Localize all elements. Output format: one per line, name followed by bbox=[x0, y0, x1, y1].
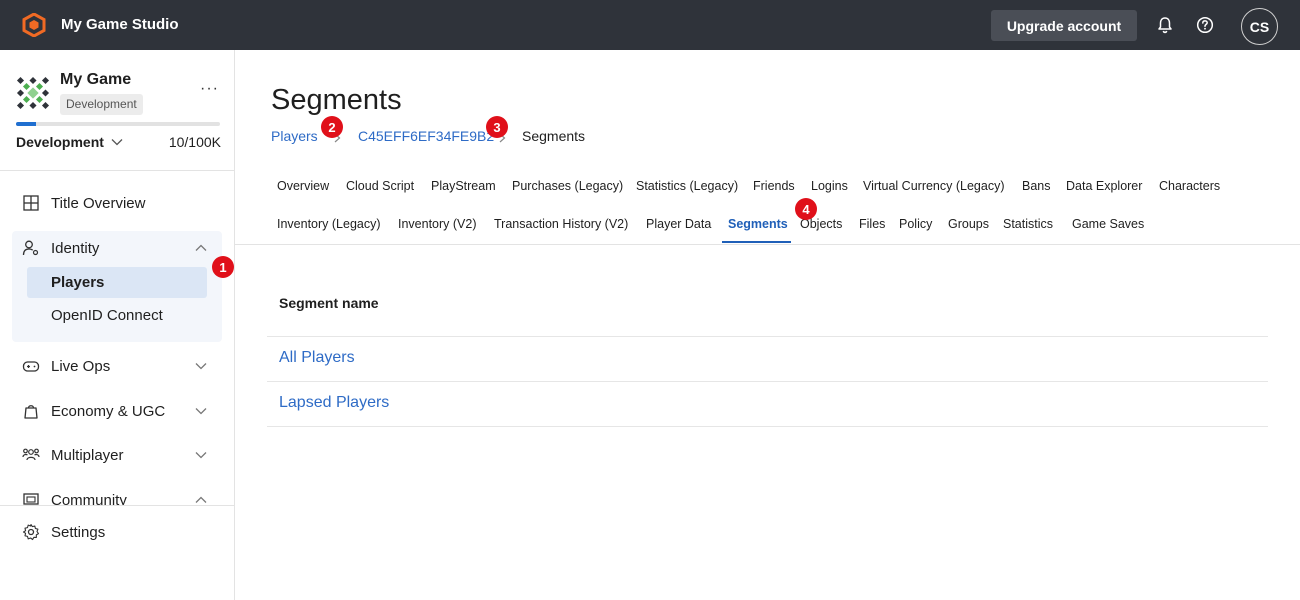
sidebar-item-title-overview[interactable]: Title Overview bbox=[12, 186, 222, 220]
tab-statistics-legacy[interactable]: Statistics (Legacy) bbox=[636, 179, 738, 193]
tab-files[interactable]: Files bbox=[859, 217, 885, 231]
sidebar-scroll-clip: Community bbox=[0, 470, 234, 505]
tab-characters[interactable]: Characters bbox=[1159, 179, 1220, 193]
chevron-down-icon bbox=[195, 452, 207, 459]
more-options-icon[interactable]: ··· bbox=[200, 80, 219, 98]
chevron-down-icon bbox=[111, 139, 123, 146]
active-tab-indicator bbox=[722, 241, 791, 243]
segment-link-all-players[interactable]: All Players bbox=[279, 349, 355, 367]
callout-badge: 1 bbox=[212, 256, 234, 278]
breadcrumb-players-link[interactable]: Players bbox=[271, 128, 318, 144]
grid-icon bbox=[23, 195, 39, 211]
help-icon[interactable] bbox=[1196, 16, 1214, 34]
tab-data-explorer[interactable]: Data Explorer bbox=[1066, 179, 1142, 193]
tab-friends[interactable]: Friends bbox=[753, 179, 795, 193]
sidebar-item-identity[interactable]: Identity bbox=[12, 231, 222, 265]
sidebar-item-label: OpenID Connect bbox=[51, 307, 163, 324]
top-bar: My Game Studio Upgrade account CS bbox=[0, 0, 1300, 50]
sidebar-item-label: Identity bbox=[51, 239, 100, 257]
usage-progress-fill bbox=[16, 122, 37, 126]
gamepad-icon bbox=[22, 361, 40, 372]
sidebar-item-community[interactable]: Community bbox=[12, 483, 222, 505]
sidebar-divider bbox=[0, 505, 235, 506]
bell-icon[interactable] bbox=[1156, 16, 1174, 34]
segment-link-lapsed-players[interactable]: Lapsed Players bbox=[279, 394, 389, 412]
table-divider bbox=[267, 426, 1268, 427]
breadcrumb-player-id-link[interactable]: C45EFF6EF34FE9B2 bbox=[358, 128, 494, 144]
callout-badge: 2 bbox=[321, 116, 343, 138]
chevron-up-icon bbox=[195, 496, 207, 503]
tab-statistics[interactable]: Statistics bbox=[1003, 217, 1053, 231]
sidebar-item-label: Multiplayer bbox=[51, 446, 124, 464]
sidebar: My Game Development ··· Development 10/1… bbox=[0, 50, 235, 600]
tab-virtual-currency-legacy[interactable]: Virtual Currency (Legacy) bbox=[863, 179, 1005, 193]
tab-player-data[interactable]: Player Data bbox=[646, 217, 711, 231]
person-key-icon bbox=[22, 240, 39, 256]
usage-count: 10/100K bbox=[168, 134, 221, 150]
tab-game-saves[interactable]: Game Saves bbox=[1072, 217, 1144, 231]
identity-group: Identity Players OpenID Connect bbox=[12, 231, 222, 342]
table-divider bbox=[267, 336, 1268, 337]
tab-logins[interactable]: Logins bbox=[811, 179, 848, 193]
gear-icon bbox=[22, 523, 40, 541]
people-icon bbox=[22, 448, 40, 461]
tab-transaction-history-v2[interactable]: Transaction History (V2) bbox=[494, 217, 628, 231]
tab-cloud-script[interactable]: Cloud Script bbox=[346, 179, 414, 193]
sidebar-divider bbox=[0, 170, 235, 171]
sidebar-item-label: Live Ops bbox=[51, 357, 111, 375]
sidebar-item-openid-connect[interactable]: OpenID Connect bbox=[27, 300, 207, 331]
table-divider bbox=[267, 381, 1268, 382]
chat-icon bbox=[23, 493, 39, 505]
sidebar-item-label: Players bbox=[51, 274, 105, 291]
game-name: My Game bbox=[60, 71, 132, 88]
studio-logo-icon[interactable] bbox=[22, 13, 46, 37]
sidebar-item-live-ops[interactable]: Live Ops bbox=[12, 349, 222, 383]
tab-inventory-v2[interactable]: Inventory (V2) bbox=[398, 217, 477, 231]
column-header-segment-name: Segment name bbox=[279, 295, 379, 311]
tab-groups[interactable]: Groups bbox=[948, 217, 989, 231]
sidebar-item-label: Settings bbox=[51, 523, 106, 541]
tab-segments[interactable]: Segments bbox=[728, 217, 788, 231]
sidebar-item-label: Title Overview bbox=[51, 194, 146, 212]
sidebar-item-label: Economy & UGC bbox=[51, 402, 166, 420]
app-title[interactable]: My Game Studio bbox=[61, 16, 179, 33]
bag-icon bbox=[24, 405, 38, 419]
tab-overview[interactable]: Overview bbox=[277, 179, 329, 193]
user-avatar[interactable]: CS bbox=[1241, 8, 1278, 45]
tab-playstream[interactable]: PlayStream bbox=[431, 179, 496, 193]
main-content: Segments Players C45EFF6EF34FE9B2 Segmen… bbox=[235, 50, 1300, 600]
sidebar-item-settings[interactable]: Settings bbox=[12, 515, 222, 549]
sidebar-item-economy-ugc[interactable]: Economy & UGC bbox=[12, 394, 222, 428]
tab-bans[interactable]: Bans bbox=[1022, 179, 1051, 193]
sidebar-item-multiplayer[interactable]: Multiplayer bbox=[12, 438, 222, 472]
chevron-down-icon bbox=[195, 363, 207, 370]
chevron-up-icon bbox=[195, 244, 207, 251]
environment-select-label: Development bbox=[16, 134, 104, 150]
environment-select[interactable]: Development bbox=[16, 134, 123, 150]
page-title: Segments bbox=[271, 84, 402, 116]
game-icon bbox=[16, 76, 50, 110]
callout-badge: 4 bbox=[795, 198, 817, 220]
environment-badge: Development bbox=[60, 94, 143, 115]
usage-progress-bar bbox=[16, 122, 220, 126]
tab-purchases-legacy[interactable]: Purchases (Legacy) bbox=[512, 179, 623, 193]
chevron-down-icon bbox=[195, 408, 207, 415]
breadcrumb-current: Segments bbox=[522, 128, 586, 144]
sidebar-item-label: Community bbox=[51, 491, 127, 506]
callout-badge: 3 bbox=[486, 116, 508, 138]
upgrade-account-button[interactable]: Upgrade account bbox=[991, 10, 1137, 41]
tab-inventory-legacy[interactable]: Inventory (Legacy) bbox=[277, 217, 381, 231]
tab-policy[interactable]: Policy bbox=[899, 217, 932, 231]
tabs-divider bbox=[235, 244, 1300, 245]
sidebar-item-players[interactable]: Players bbox=[27, 267, 207, 298]
